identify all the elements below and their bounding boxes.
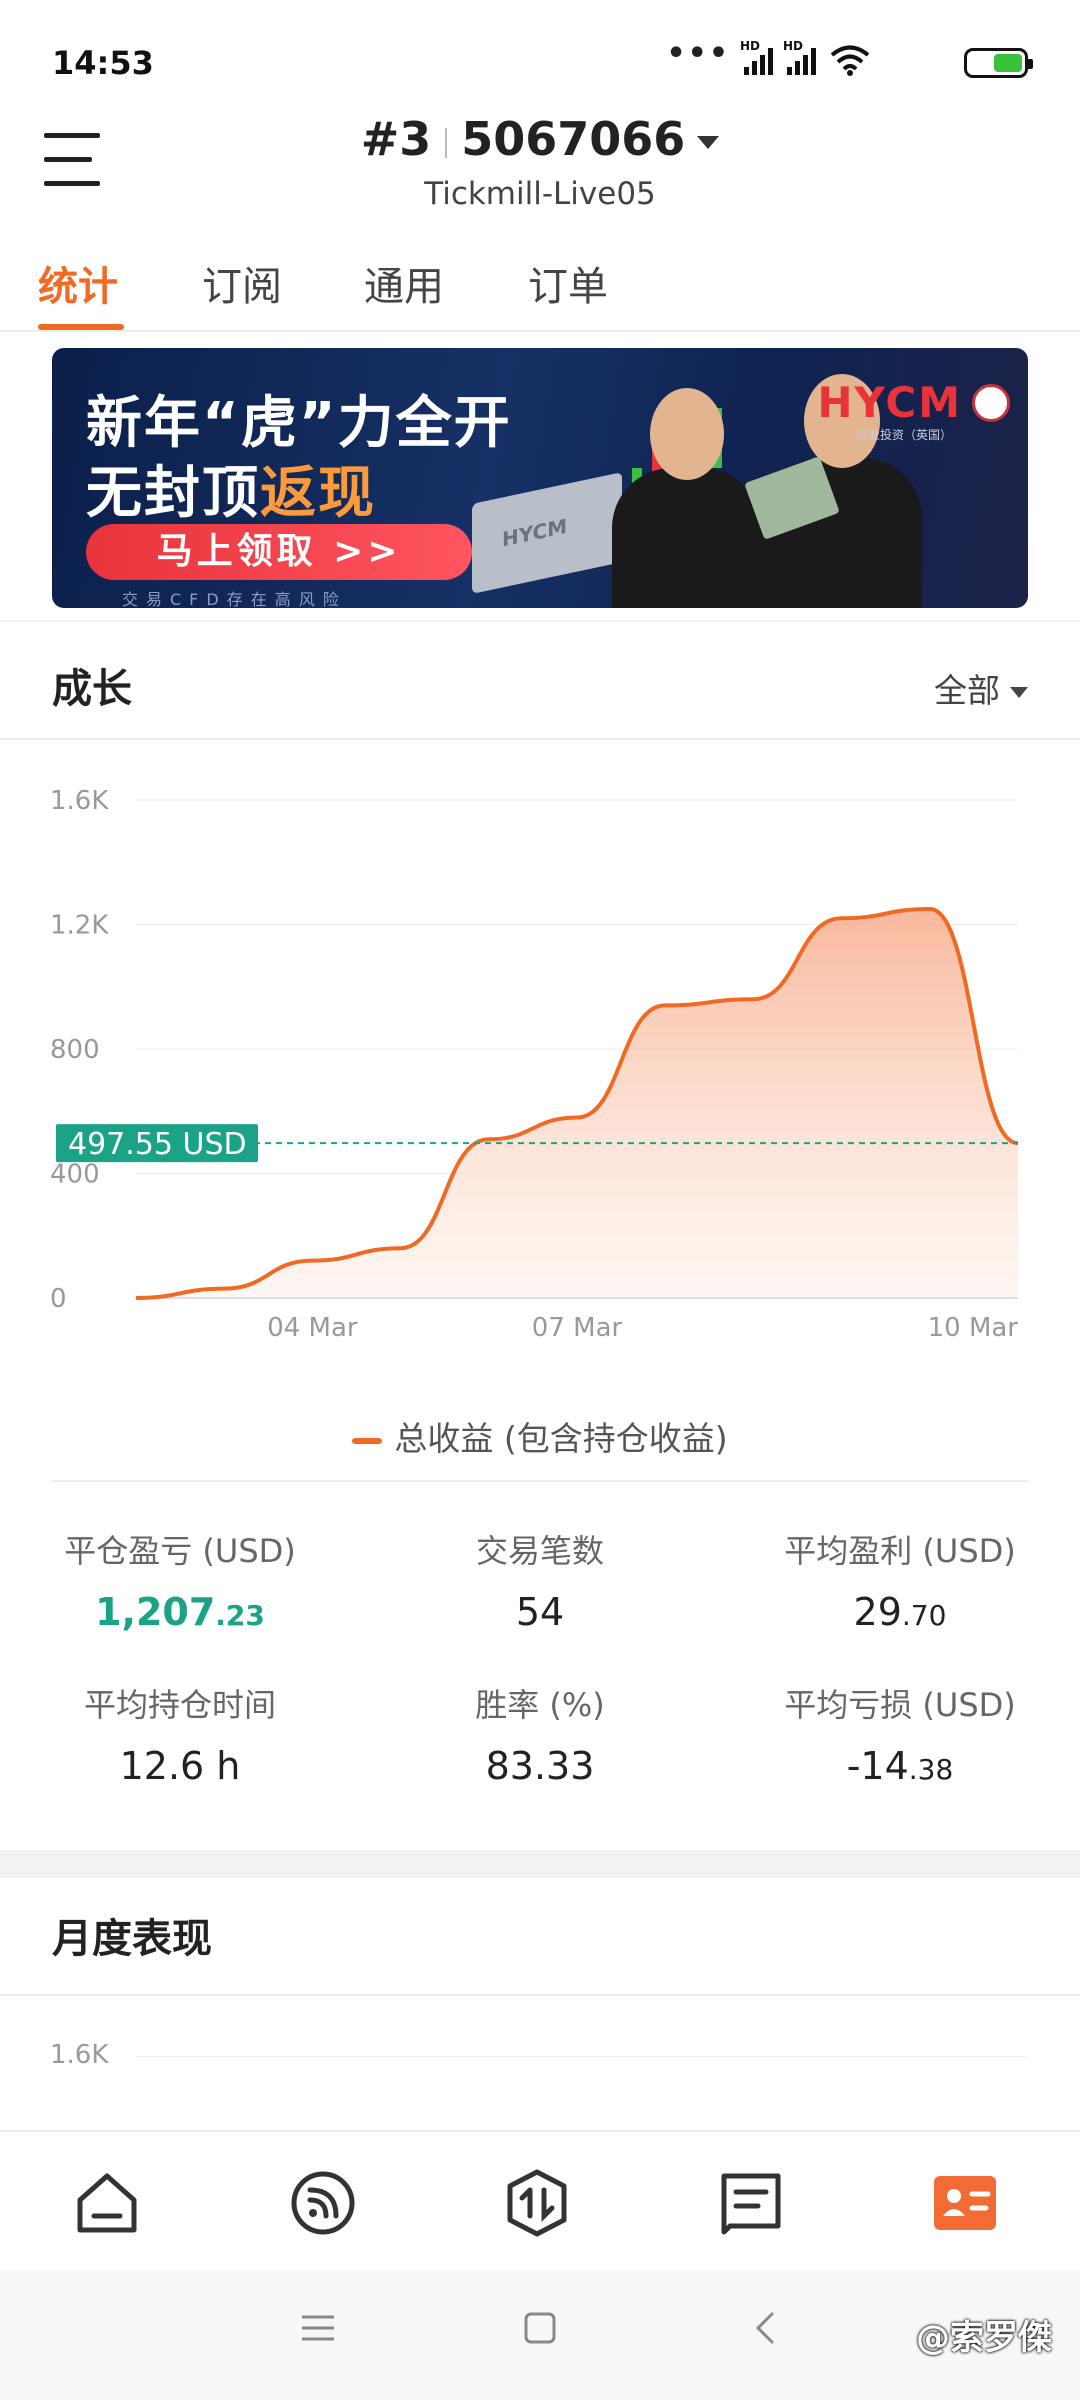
account-server: Tickmill-Live05 [424,176,656,212]
monthly-ytick: 1.6K [50,2040,109,2070]
legend-divider [52,1480,1028,1482]
bottom-nav [0,2130,1080,2270]
tab-general[interactable]: 通用 [364,254,444,312]
xtick-label: 04 Mar [267,1313,358,1343]
account-selector[interactable]: #3 5067066 [0,112,1080,166]
account-index: #3 [360,112,432,166]
banner-headline: 新年“虎”力全开 [86,391,512,456]
profile-icon[interactable] [930,2168,1000,2238]
growth-header-divider [0,738,1080,740]
seal-icon [972,384,1010,422]
status-bar: 14:53 ••• HD HD [0,0,1080,100]
ytick-label: 400 [50,1160,100,1190]
stat-value-avg-loss: -14.38 [846,1744,954,1788]
back-icon[interactable] [748,2310,784,2346]
monthly-header-divider [0,1994,1080,1996]
stat-label-closed-pnl: 平仓盈亏 (USD) [64,1532,296,1570]
growth-area [136,908,1018,1298]
battery-icon [964,48,1033,78]
chevron-down-icon [1010,687,1028,698]
stat-value-trades: 54 [515,1590,565,1634]
signal-icon: HD [740,39,773,75]
feed-icon[interactable] [288,2168,358,2238]
monthly-title: 月度表现 [52,1916,212,1962]
laptop-graphic: HYCM [472,472,622,594]
growth-range-dropdown[interactable]: 全部 [934,664,1028,712]
stat-value-avg-hold: 12.6 h [119,1744,241,1788]
status-time: 14:53 [52,44,154,82]
tab-statistics[interactable]: 统计 [38,254,118,312]
legend-swatch [352,1437,383,1444]
xtick-label: 07 Mar [532,1313,623,1343]
chart-legend: 总收益 (包含持仓收益) [0,1412,1080,1460]
banner-cta-button[interactable]: 马上领取 >> [86,524,472,580]
section-gap [0,1850,1080,1878]
home-button-icon[interactable] [522,2310,558,2346]
signal-icon-2: HD [783,39,816,75]
ytick-label: 1.2K [50,911,109,941]
chevron-down-icon [697,136,720,149]
stat-value-win-rate: 83.33 [485,1744,595,1788]
status-icons: ••• HD HD [666,36,870,76]
tab-bar: 统计 订阅 通用 订单 [0,240,1080,332]
ytick-label: 1.6K [50,786,109,816]
trade-icon[interactable] [502,2168,572,2238]
section-divider [0,620,1080,622]
ytick-label: 0 [50,1284,67,1314]
stat-label-trades: 交易笔数 [475,1532,604,1570]
hycm-logo: HYCM [817,378,962,427]
growth-chart[interactable]: 497.55 USD 0 400 800 1.2K 1.6K 04 Mar 07 Mar 10… [0,760,1080,1380]
wifi-icon [830,45,870,76]
stat-value-avg-profit: 29.70 [853,1590,947,1634]
banner-risk-note: 交易CFD存在高风险 [122,590,347,608]
stat-label-win-rate: 胜率 (%) [475,1686,605,1724]
stat-label-avg-hold: 平均持仓时间 [83,1686,276,1724]
tab-orders[interactable]: 订单 [528,254,608,312]
recents-icon[interactable] [300,2310,336,2346]
banner-subheadline: 无封顶返现 [86,461,376,526]
account-number: 5067066 [461,112,686,166]
promo-banner[interactable]: HYCM 新年“虎”力全开 无封顶返现 马上领取 >> 交易CFD存在高风险 H… [52,348,1028,608]
tab-subscribe[interactable]: 订阅 [202,254,282,312]
xtick-label: 10 Mar [928,1313,1019,1343]
person-graphic-1 [612,468,762,608]
ytick-label: 800 [50,1035,100,1065]
monthly-gridline [136,2056,1028,2057]
stat-label-avg-profit: 平均盈利 (USD) [784,1532,1016,1570]
hycm-logo-sub: 兴业投资（英国） [855,428,952,442]
current-value-label: 497.55 USD [68,1127,247,1162]
watermark: @索罗傑 [916,2318,1052,2358]
stat-value-closed-pnl: 1,207.23 [95,1590,265,1634]
messages-icon[interactable] [716,2168,786,2238]
home-icon[interactable] [72,2168,142,2238]
person-head-1 [650,388,724,480]
growth-title: 成长 [52,666,132,712]
notification-dots-icon: ••• [666,35,730,71]
legend-label: 总收益 (包含持仓收益) [394,1419,728,1458]
stat-label-avg-loss: 平均亏损 (USD) [784,1686,1016,1724]
tab-active-indicator [38,324,124,330]
